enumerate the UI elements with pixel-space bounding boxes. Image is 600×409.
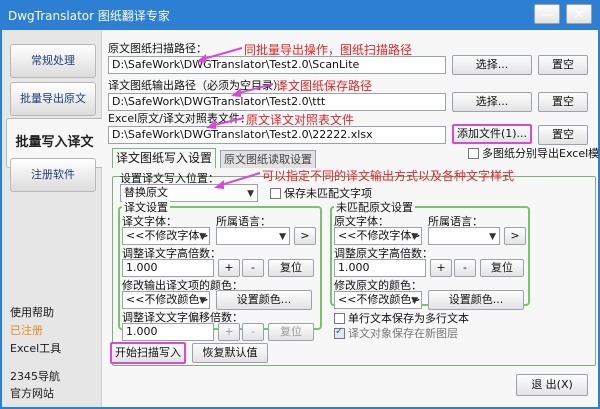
- chevron-down-icon: ▼: [411, 296, 418, 306]
- orig-more-button[interactable]: >: [504, 227, 526, 245]
- trans-offset-plus-button[interactable]: +: [218, 323, 240, 341]
- output-path-label: 译文图纸输出路径（必须为空目录）：: [108, 79, 290, 92]
- write-position-value: 替换原文: [124, 186, 168, 199]
- chevron-down-icon: ▼: [411, 232, 418, 242]
- title-bar: DwgTranslator 图纸翻译专家 — ✕: [0, 0, 600, 30]
- orig-lang-select[interactable]: ▼: [428, 227, 500, 245]
- nav-register[interactable]: 注册软件: [10, 158, 96, 192]
- tab-write-settings[interactable]: 译文图纸写入设置: [112, 148, 216, 168]
- sidebar: 常规处理 批量导出原文 批量写入译文 注册软件 使用帮助 已注册 Excel工具…: [2, 30, 102, 407]
- orig-font-value: <<不修改字体>>: [338, 229, 422, 242]
- orig-font-select[interactable]: <<不修改字体>> ▼: [334, 227, 422, 245]
- add-file-button[interactable]: 添加文件(1)...: [452, 124, 532, 144]
- trans-height-plus-button[interactable]: +: [218, 259, 240, 277]
- help-link[interactable]: 使用帮助: [10, 304, 54, 320]
- trans-more-button[interactable]: >: [294, 227, 316, 245]
- new-layer-label: 译文对象保存在新图层: [348, 327, 458, 340]
- tab-read-settings[interactable]: 原文图纸读取设置: [220, 150, 316, 168]
- registered-status: 已注册: [10, 324, 43, 337]
- excel-file-input[interactable]: D:\SafeWork\DWGTranslator\Test2.0\22222.…: [108, 126, 446, 144]
- app-window: DwgTranslator 图纸翻译专家 — ✕ 常规处理 批量导出原文 批量写…: [0, 0, 600, 409]
- chevron-down-icon: ▼: [199, 296, 206, 306]
- orig-color-select[interactable]: <<不修改颜色>> ▼: [334, 291, 422, 309]
- new-layer-checkbox[interactable]: [334, 326, 345, 339]
- annotation-excel-file: 原文译文对照表文件: [246, 113, 355, 127]
- chevron-down-icon: ▼: [199, 232, 206, 242]
- trans-offset-minus-button[interactable]: -: [242, 323, 264, 341]
- multi-sheet-checkbox[interactable]: [468, 148, 479, 159]
- chevron-down-icon: ▼: [279, 232, 286, 242]
- window-title: DwgTranslator 图纸翻译专家: [8, 9, 170, 23]
- excel-file-clear-button[interactable]: 置空: [538, 125, 588, 145]
- nav-normal-processing[interactable]: 常规处理: [10, 44, 96, 78]
- annotation-scan-path: 同批量导出操作，图纸扫描路径: [244, 43, 413, 57]
- orig-height-minus-button[interactable]: -: [454, 259, 476, 277]
- chevron-down-icon: ▼: [247, 189, 254, 199]
- orig-set-color-button[interactable]: 设置颜色...: [428, 290, 524, 310]
- orig-height-input[interactable]: 1.000: [334, 259, 426, 277]
- trans-height-reset-button[interactable]: 复位: [268, 259, 314, 277]
- output-path-clear-button[interactable]: 置空: [538, 92, 588, 112]
- orig-color-value: <<不修改颜色>>: [338, 293, 422, 306]
- orig-height-plus-button[interactable]: +: [430, 259, 452, 277]
- excel-tool-link[interactable]: Excel工具: [10, 340, 61, 356]
- single-line-label: 单行文本保存为多行文本: [348, 312, 469, 325]
- trans-color-select[interactable]: <<不修改颜色>> ▼: [122, 291, 210, 309]
- output-path-browse-button[interactable]: 选择...: [452, 92, 532, 112]
- nav-batch-export[interactable]: 批量导出原文: [10, 82, 96, 116]
- annotation-output-styles: 可以指定不同的译文输出方式以及各种文字样式: [262, 169, 515, 183]
- trans-height-minus-button[interactable]: -: [242, 259, 264, 277]
- close-icon[interactable]: ✕: [566, 4, 592, 24]
- keep-unmatched-checkbox[interactable]: [270, 188, 281, 199]
- trans-font-value: <<不修改字体>>: [126, 229, 210, 242]
- trans-offset-input[interactable]: 1.000: [122, 323, 214, 341]
- trans-set-color-button[interactable]: 设置颜色...: [216, 290, 312, 310]
- official-site-link[interactable]: 官方网站: [10, 385, 54, 401]
- exit-button[interactable]: 退 出(X): [516, 374, 588, 396]
- trans-offset-reset-button[interactable]: 复位: [268, 323, 314, 341]
- scan-path-input[interactable]: D:\SafeWork\DWGTranslator\Test2.0\ScanLi…: [108, 56, 446, 74]
- annotation-output-path: 译文图纸保存路径: [276, 79, 373, 93]
- excel-file-label: Excel原文/译文对照表文件：: [108, 112, 251, 125]
- restore-defaults-button[interactable]: 恢复默认值: [192, 343, 268, 363]
- trans-font-select[interactable]: <<不修改字体>> ▼: [122, 227, 210, 245]
- scan-path-label: 原文图纸扫描路径：: [108, 42, 207, 55]
- trans-lang-select[interactable]: ▼: [216, 227, 290, 245]
- output-path-input[interactable]: D:\SafeWork\DWGTranslator\Test2.0\ttt: [108, 93, 446, 111]
- nav-2345-link[interactable]: 2345导航: [10, 368, 60, 384]
- orig-height-reset-button[interactable]: 复位: [480, 259, 524, 277]
- chevron-down-icon: ▼: [489, 232, 496, 242]
- single-line-checkbox[interactable]: [334, 313, 345, 324]
- scan-path-clear-button[interactable]: 置空: [538, 55, 588, 75]
- minimize-icon[interactable]: —: [534, 4, 560, 24]
- multi-sheet-label: 多图纸分别导出Excel模式: [482, 147, 600, 160]
- scan-path-browse-button[interactable]: 选择...: [452, 55, 532, 75]
- trans-height-input[interactable]: 1.000: [122, 259, 214, 277]
- trans-color-value: <<不修改颜色>>: [126, 293, 210, 306]
- start-scan-write-button[interactable]: 开始扫描写入: [110, 342, 186, 364]
